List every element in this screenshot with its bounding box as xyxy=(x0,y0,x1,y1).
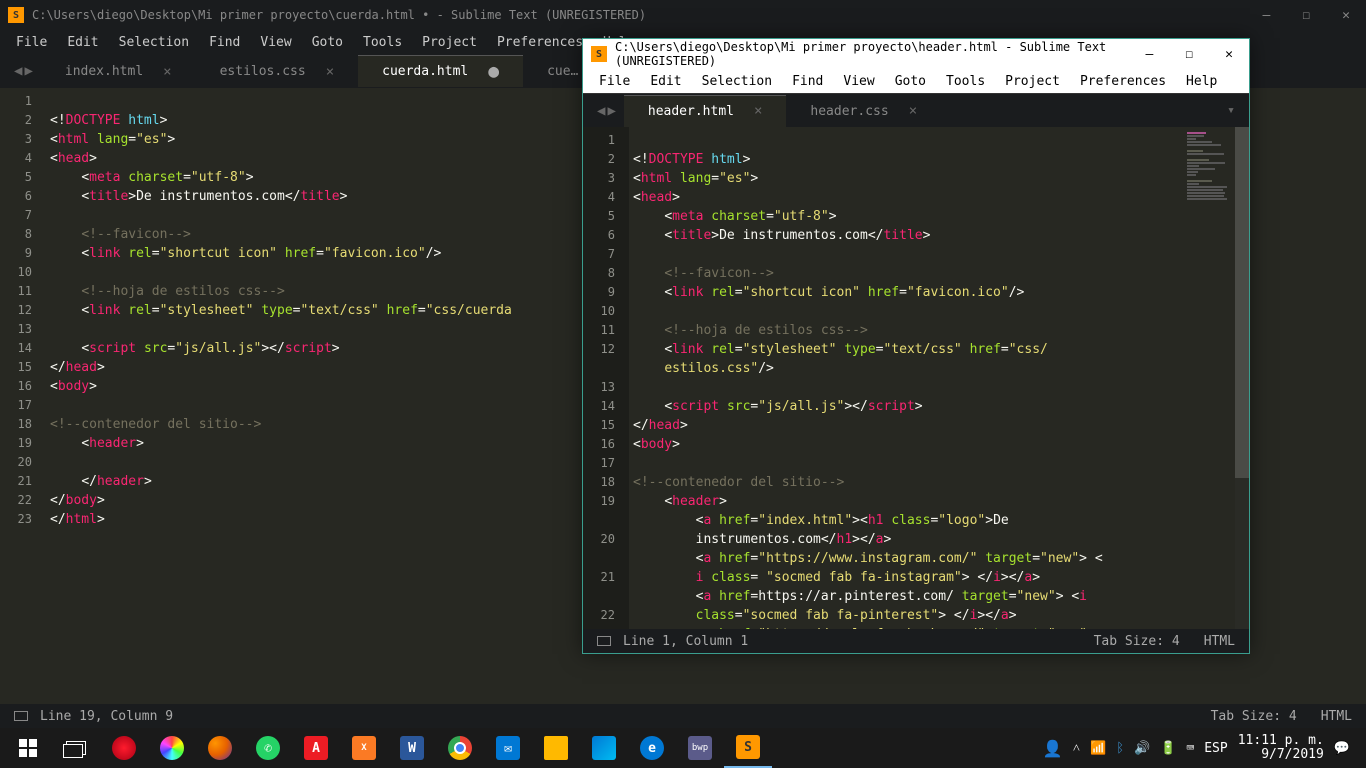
chevron-down-icon[interactable]: ▾ xyxy=(1227,103,1249,118)
menu-file[interactable]: File xyxy=(591,72,638,91)
statusbar: Line 19, Column 9 Tab Size: 4 HTML xyxy=(0,704,1366,728)
firefox-icon[interactable] xyxy=(196,728,244,768)
panel-icon[interactable] xyxy=(14,711,28,721)
minimize-button[interactable]: — xyxy=(1255,4,1279,27)
sublime-icon[interactable]: S xyxy=(724,728,772,768)
keyboard-icon[interactable]: ⌨ xyxy=(1186,741,1194,756)
menu-file[interactable]: File xyxy=(8,33,55,52)
menubar-2: File Edit Selection Find View Goto Tools… xyxy=(583,69,1249,93)
window-title-2: C:\Users\diego\Desktop\Mi primer proyect… xyxy=(615,40,1138,68)
nav-forward-icon[interactable]: ▶ xyxy=(607,103,615,119)
tray-expand-icon[interactable]: ˄ xyxy=(1073,740,1080,756)
menu-view[interactable]: View xyxy=(835,72,882,91)
minimize-button[interactable]: — xyxy=(1138,43,1162,66)
syntax-mode[interactable]: HTML xyxy=(1321,709,1352,724)
close-icon[interactable]: × xyxy=(754,103,762,119)
maximize-button[interactable]: ☐ xyxy=(1177,43,1201,66)
volume-icon[interactable]: 🔊 xyxy=(1134,741,1150,756)
battery-icon[interactable]: 🔋 xyxy=(1160,741,1176,756)
people-icon[interactable]: 👤 xyxy=(1043,739,1063,758)
tab-header-html[interactable]: header.html× xyxy=(624,95,787,127)
window-2: S C:\Users\diego\Desktop\Mi primer proye… xyxy=(582,38,1250,654)
menu-view[interactable]: View xyxy=(252,33,299,52)
window-title: C:\Users\diego\Desktop\Mi primer proyect… xyxy=(32,8,1255,22)
whatsapp-icon[interactable]: ✆ xyxy=(244,728,292,768)
task-view-icon[interactable] xyxy=(52,728,100,768)
edge-icon[interactable]: e xyxy=(628,728,676,768)
nav-forward-icon[interactable]: ▶ xyxy=(24,63,32,79)
tab-header-css[interactable]: header.css× xyxy=(786,95,941,127)
system-tray: 👤 ˄ 📶 ᛒ 🔊 🔋 ⌨ ESP 11:11 p. m. 9/7/2019 💬 xyxy=(1043,734,1362,762)
menu-goto[interactable]: Goto xyxy=(887,72,934,91)
close-button[interactable]: ✕ xyxy=(1217,43,1241,66)
nav-arrows: ◀ ▶ xyxy=(589,103,624,119)
language-indicator[interactable]: ESP xyxy=(1204,741,1227,756)
modified-icon[interactable]: ● xyxy=(488,67,499,77)
cursor-position: Line 19, Column 9 xyxy=(40,709,173,724)
notifications-icon[interactable]: 💬 xyxy=(1334,741,1350,756)
bluetooth-icon[interactable]: ᛒ xyxy=(1116,741,1124,756)
menu-goto[interactable]: Goto xyxy=(304,33,351,52)
menu-selection[interactable]: Selection xyxy=(694,72,780,91)
close-button[interactable]: ✕ xyxy=(1334,4,1358,27)
taskbar: ✆ A X W ✉ e bwp S 👤 ˄ 📶 ᛒ 🔊 🔋 ⌨ ESP 11:1… xyxy=(0,728,1366,768)
paint-icon[interactable] xyxy=(148,728,196,768)
menu-project[interactable]: Project xyxy=(414,33,485,52)
editor-2[interactable]: 12345678910111213141516171819202122 <!DO… xyxy=(583,127,1249,629)
photos-icon[interactable] xyxy=(580,728,628,768)
scrollbar[interactable] xyxy=(1235,127,1249,629)
nav-arrows: ◀ ▶ xyxy=(6,63,41,79)
titlebar: S C:\Users\diego\Desktop\Mi primer proye… xyxy=(0,0,1366,30)
acrobat-icon[interactable]: A xyxy=(292,728,340,768)
menu-find[interactable]: Find xyxy=(784,72,831,91)
close-icon[interactable]: × xyxy=(163,64,171,80)
tab-cuerda[interactable]: cuerda.html● xyxy=(358,55,523,87)
chrome-icon[interactable] xyxy=(436,728,484,768)
menu-preferences[interactable]: Preferences xyxy=(1072,72,1174,91)
menu-edit[interactable]: Edit xyxy=(642,72,689,91)
opera-icon[interactable] xyxy=(100,728,148,768)
bwp-icon[interactable]: bwp xyxy=(676,728,724,768)
cursor-position: Line 1, Column 1 xyxy=(623,634,748,649)
app-icon: S xyxy=(591,46,607,62)
gutter: 1234567891011121314151617181920212223 xyxy=(0,88,46,704)
tabbar-2: ◀ ▶ header.html× header.css× ▾ xyxy=(583,93,1249,127)
explorer-icon[interactable] xyxy=(532,728,580,768)
menu-preferences[interactable]: Preferences xyxy=(489,33,591,52)
close-icon[interactable]: × xyxy=(909,103,917,119)
menu-help[interactable]: Help xyxy=(1178,72,1225,91)
nav-back-icon[interactable]: ◀ xyxy=(14,63,22,79)
close-icon[interactable]: × xyxy=(326,64,334,80)
menu-selection[interactable]: Selection xyxy=(111,33,197,52)
panel-icon[interactable] xyxy=(597,636,611,646)
app-icon: S xyxy=(8,7,24,23)
tab-estilos[interactable]: estilos.css× xyxy=(196,55,359,87)
nav-back-icon[interactable]: ◀ xyxy=(597,103,605,119)
tab-size[interactable]: Tab Size: 4 xyxy=(1211,709,1297,724)
menu-edit[interactable]: Edit xyxy=(59,33,106,52)
code-area-2[interactable]: <!DOCTYPE html> <html lang="es"> <head> … xyxy=(629,127,1249,629)
window-controls: — ☐ ✕ xyxy=(1255,4,1358,27)
scrollbar-thumb[interactable] xyxy=(1235,127,1249,478)
gutter-2: 12345678910111213141516171819202122 xyxy=(583,127,629,629)
maximize-button[interactable]: ☐ xyxy=(1294,4,1318,27)
titlebar-2: S C:\Users\diego\Desktop\Mi primer proye… xyxy=(583,39,1249,69)
menu-project[interactable]: Project xyxy=(997,72,1068,91)
clock[interactable]: 11:11 p. m. 9/7/2019 xyxy=(1238,734,1324,762)
tab-size[interactable]: Tab Size: 4 xyxy=(1094,634,1180,649)
syntax-mode[interactable]: HTML xyxy=(1204,634,1235,649)
start-button[interactable] xyxy=(4,728,52,768)
menu-find[interactable]: Find xyxy=(201,33,248,52)
statusbar-2: Line 1, Column 1 Tab Size: 4 HTML xyxy=(583,629,1249,653)
tab-index[interactable]: index.html× xyxy=(41,55,196,87)
network-icon[interactable]: 📶 xyxy=(1090,741,1106,756)
menu-tools[interactable]: Tools xyxy=(938,72,993,91)
word-icon[interactable]: W xyxy=(388,728,436,768)
window-controls-2: — ☐ ✕ xyxy=(1138,43,1241,66)
menu-tools[interactable]: Tools xyxy=(355,33,410,52)
xampp-icon[interactable]: X xyxy=(340,728,388,768)
mail-icon[interactable]: ✉ xyxy=(484,728,532,768)
